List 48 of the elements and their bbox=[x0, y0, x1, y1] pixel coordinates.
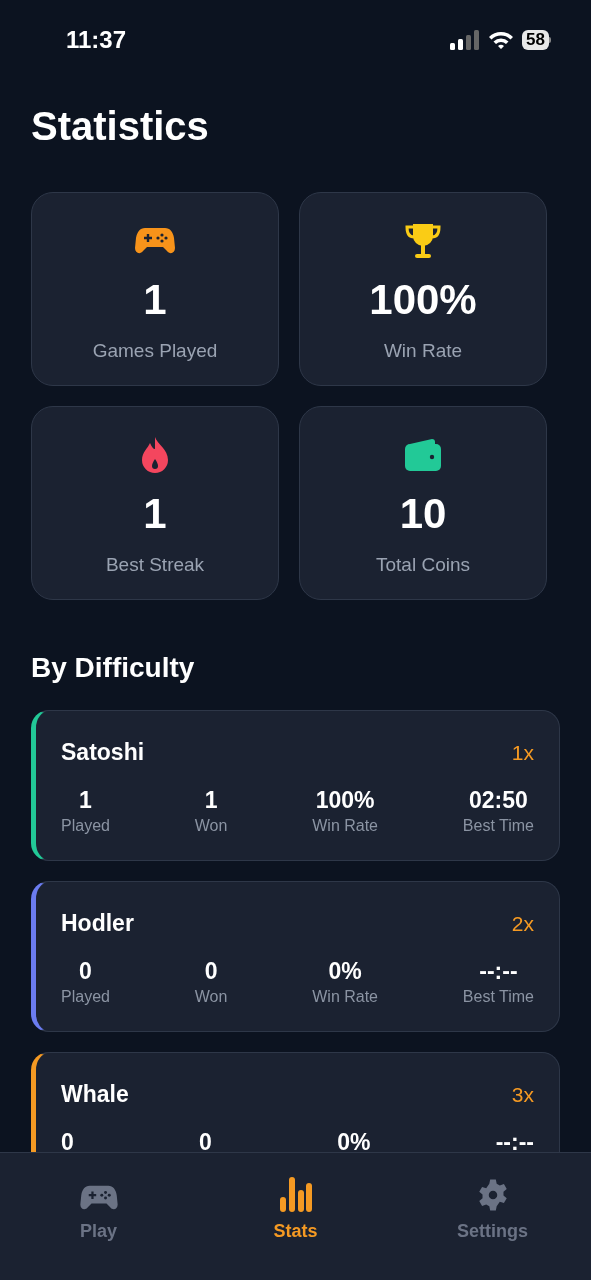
wallet-icon bbox=[404, 438, 442, 472]
tab[interactable]: Play bbox=[38, 1175, 159, 1245]
difficulty-stat-value: 0 bbox=[79, 956, 92, 985]
page-title: Statistics bbox=[30, 103, 210, 150]
multiplier: 3x bbox=[511, 1081, 534, 1108]
tab[interactable]: Stats bbox=[235, 1175, 356, 1245]
difficulty-stat-label: Win Rate bbox=[312, 986, 378, 1007]
stat-label: Games Played bbox=[92, 339, 218, 363]
difficulty-stat-label: Win Rate bbox=[312, 815, 378, 836]
difficulty-name: Hodler bbox=[61, 909, 134, 938]
gamepad-icon bbox=[79, 1184, 118, 1212]
difficulty-stat-value: 100% bbox=[315, 785, 375, 814]
difficulty-stat-label: Won bbox=[194, 986, 228, 1007]
difficulty-stat-value: 02:50 bbox=[469, 785, 528, 814]
difficulty-name: Satoshi bbox=[61, 738, 145, 767]
section-title: By Difficulty bbox=[30, 651, 196, 685]
stat-label: Best Streak bbox=[105, 553, 205, 577]
difficulty-stat-label: Best Time bbox=[462, 986, 534, 1007]
difficulty-stat-value: --:-- bbox=[479, 956, 518, 985]
trophy-icon bbox=[404, 222, 442, 260]
signal-icon bbox=[450, 30, 481, 50]
tab[interactable]: Settings bbox=[432, 1175, 553, 1245]
multiplier: 2x bbox=[511, 910, 534, 937]
difficulty-stat-value: --:-- bbox=[495, 1127, 534, 1152]
status-time: 11:37 bbox=[66, 25, 127, 55]
stat-value: 1 bbox=[143, 275, 167, 325]
difficulty-stat-label: Won bbox=[194, 815, 228, 836]
difficulty-stat-value: 0 bbox=[204, 956, 218, 985]
wifi-icon bbox=[488, 30, 515, 50]
difficulty-stat-value: 1 bbox=[79, 785, 92, 814]
difficulty-stat-label: Played bbox=[61, 986, 110, 1007]
multiplier: 1x bbox=[511, 739, 534, 766]
difficulty-stat-value: 0% bbox=[328, 956, 362, 985]
difficulty-stat-value: 0 bbox=[61, 1127, 74, 1152]
flame-icon bbox=[140, 436, 170, 474]
difficulty-stat-label: Best Time bbox=[462, 815, 534, 836]
stat-label: Win Rate bbox=[383, 339, 463, 363]
difficulty-stat-value: 0 bbox=[199, 1127, 212, 1152]
difficulty-stat-label: Played bbox=[61, 815, 110, 836]
difficulty-stat-value: 1 bbox=[204, 785, 218, 814]
stat-label: Total Coins bbox=[376, 553, 470, 577]
stat-value: 10 bbox=[399, 489, 447, 539]
stat-value: 1 bbox=[143, 489, 167, 539]
difficulty-stat-value: 0% bbox=[337, 1127, 371, 1152]
difficulty-name: Whale bbox=[61, 1080, 129, 1109]
stat-value: 100% bbox=[369, 275, 477, 325]
bar-chart-icon bbox=[278, 1176, 313, 1212]
battery-icon: 58 bbox=[522, 30, 551, 50]
